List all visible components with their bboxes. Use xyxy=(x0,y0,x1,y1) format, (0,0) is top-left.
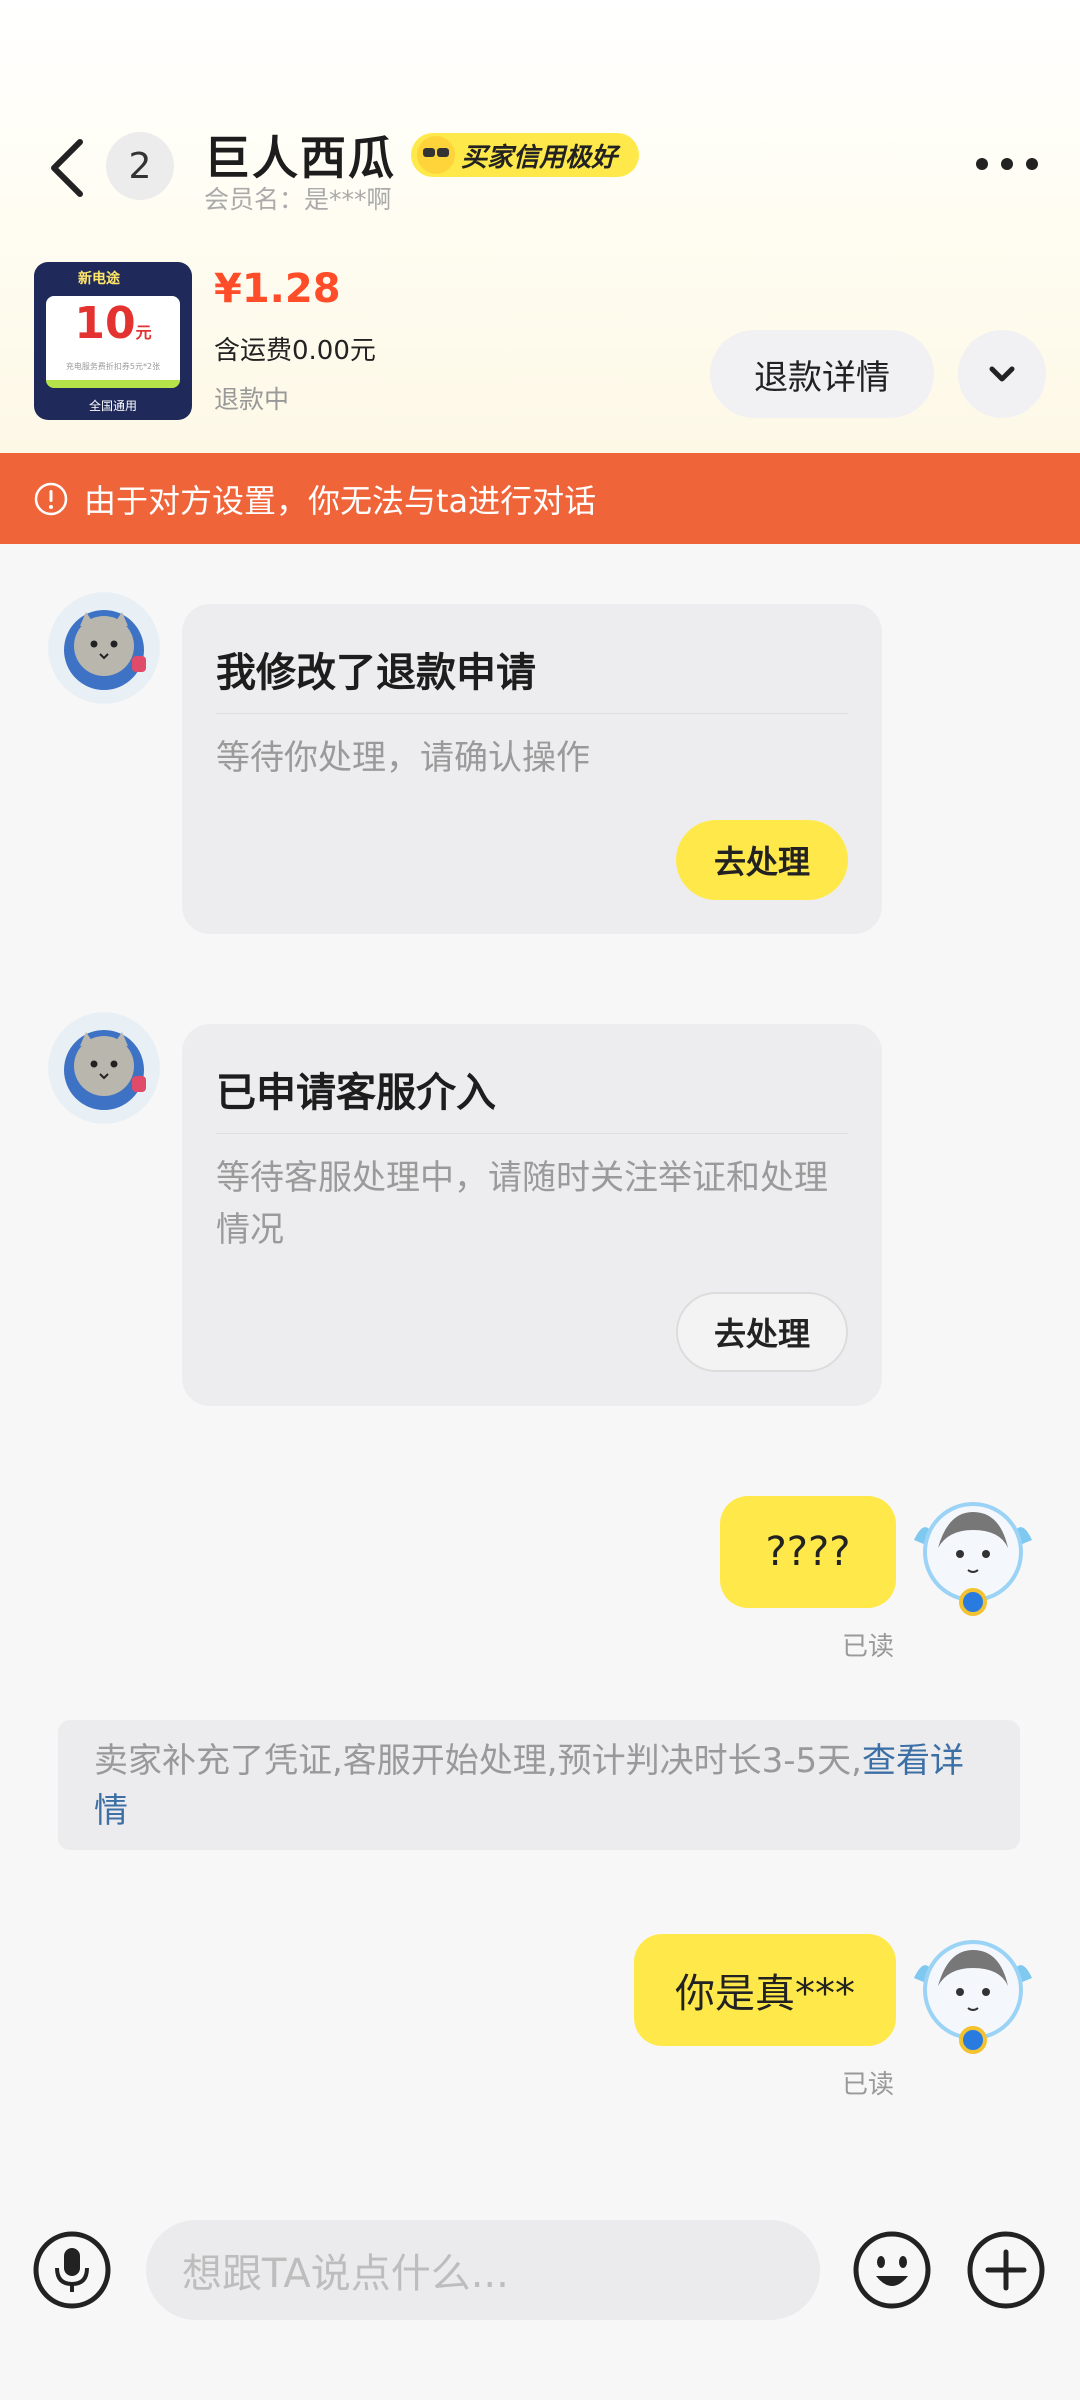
emoji-button[interactable] xyxy=(852,2230,932,2310)
chevron-down-icon xyxy=(989,366,1015,382)
voice-button[interactable] xyxy=(32,2230,112,2310)
chat-page: 2 巨人西瓜 买家信用极好 会员名：是***啊 新电途 10元 充电服务费折扣券… xyxy=(0,0,1080,2400)
exclamation-circle-icon xyxy=(34,482,68,515)
seller-avatar[interactable] xyxy=(48,592,160,704)
more-dot-icon xyxy=(1001,158,1013,170)
system-notice: 卖家补充了凭证,客服开始处理,预计判决时长3-5天,查看详情 xyxy=(58,1720,1020,1850)
card-title: 已申请客服介入 xyxy=(216,1024,848,1134)
warning-text: 由于对方设置，你无法与ta进行对话 xyxy=(84,481,597,520)
card-description: 等待客服处理中，请随时关注举证和处理情况 xyxy=(216,1158,828,1250)
more-options-button[interactable] xyxy=(976,150,1038,178)
thumb-subtitle: 充电服务费折扣券5元*2张 xyxy=(65,362,161,371)
more-actions-button[interactable] xyxy=(966,2230,1046,2310)
read-receipt: 已读 xyxy=(842,1632,895,1662)
my-avatar[interactable] xyxy=(908,1928,1038,2058)
refund-status: 退款中 xyxy=(214,385,290,414)
smiley-icon xyxy=(853,2231,931,2309)
handle-button[interactable]: 去处理 xyxy=(676,820,848,900)
anime-girl-avatar-icon xyxy=(914,1940,1032,2054)
product-price: ¥1.28 xyxy=(214,266,341,312)
thumb-amount-wrap: 10元 xyxy=(46,296,180,361)
microphone-icon xyxy=(33,2231,111,2309)
credit-badge: 买家信用极好 xyxy=(411,133,640,177)
credit-badge-label: 买家信用极好 xyxy=(461,142,618,173)
my-message-bubble[interactable]: ???? xyxy=(720,1496,896,1608)
seller-avatar[interactable] xyxy=(48,1012,160,1124)
thumb-coupon-card: 10元 充电服务费折扣券5元*2张 xyxy=(46,296,180,388)
input-bar: 想跟TA说点什么... xyxy=(0,2200,1080,2400)
card-description: 等待你处理，请确认操作 xyxy=(216,738,590,778)
thumb-amount: 10 xyxy=(74,298,136,349)
my-avatar[interactable] xyxy=(908,1490,1038,1620)
anime-girl-avatar-icon xyxy=(914,1502,1032,1616)
more-dot-icon xyxy=(976,158,988,170)
more-dot-icon xyxy=(1026,158,1038,170)
chat-header: 2 巨人西瓜 买家信用极好 会员名：是***啊 新电途 10元 充电服务费折扣券… xyxy=(0,0,1080,453)
title-wrap: 巨人西瓜 买家信用极好 xyxy=(204,122,640,188)
refund-details-button[interactable]: 退款详情 xyxy=(710,330,934,418)
my-message-bubble[interactable]: 你是真*** xyxy=(634,1934,896,2046)
thumb-brand: 新电途 xyxy=(78,271,120,287)
product-thumbnail[interactable]: 新电途 10元 充电服务费折扣券5元*2张 全国通用 xyxy=(34,262,192,420)
back-button[interactable] xyxy=(40,128,100,208)
member-name: 会员名：是***啊 xyxy=(204,185,392,214)
blocked-warning-bar: 由于对方设置，你无法与ta进行对话 xyxy=(0,453,1080,544)
cat-astronaut-avatar-icon xyxy=(48,1012,160,1124)
plus-icon xyxy=(967,2231,1045,2309)
cat-astronaut-avatar-icon xyxy=(48,592,160,704)
message-input[interactable]: 想跟TA说点什么... xyxy=(146,2220,820,2320)
sunglasses-emoji-icon xyxy=(417,136,456,174)
refund-modified-card[interactable]: 我修改了退款申请 等待你处理，请确认操作 去处理 xyxy=(182,604,882,934)
service-intervention-card[interactable]: 已申请客服介入 等待客服处理中，请随时关注举证和处理情况 去处理 xyxy=(182,1024,882,1406)
system-notice-text: 卖家补充了凭证,客服开始处理,预计判决时长3-5天, xyxy=(94,1741,862,1781)
thumb-unit: 元 xyxy=(135,323,152,342)
card-title: 我修改了退款申请 xyxy=(216,604,848,714)
shop-name[interactable]: 巨人西瓜 xyxy=(204,122,396,188)
expand-button[interactable] xyxy=(958,330,1046,418)
thumb-bottom-text: 全国通用 xyxy=(88,399,137,413)
handle-button[interactable]: 去处理 xyxy=(676,1292,848,1372)
chevron-left-icon xyxy=(51,139,83,197)
shipping-fee: 含运费0.00元 xyxy=(214,336,376,366)
read-receipt: 已读 xyxy=(842,2070,895,2100)
unread-count-badge[interactable]: 2 xyxy=(106,132,174,200)
